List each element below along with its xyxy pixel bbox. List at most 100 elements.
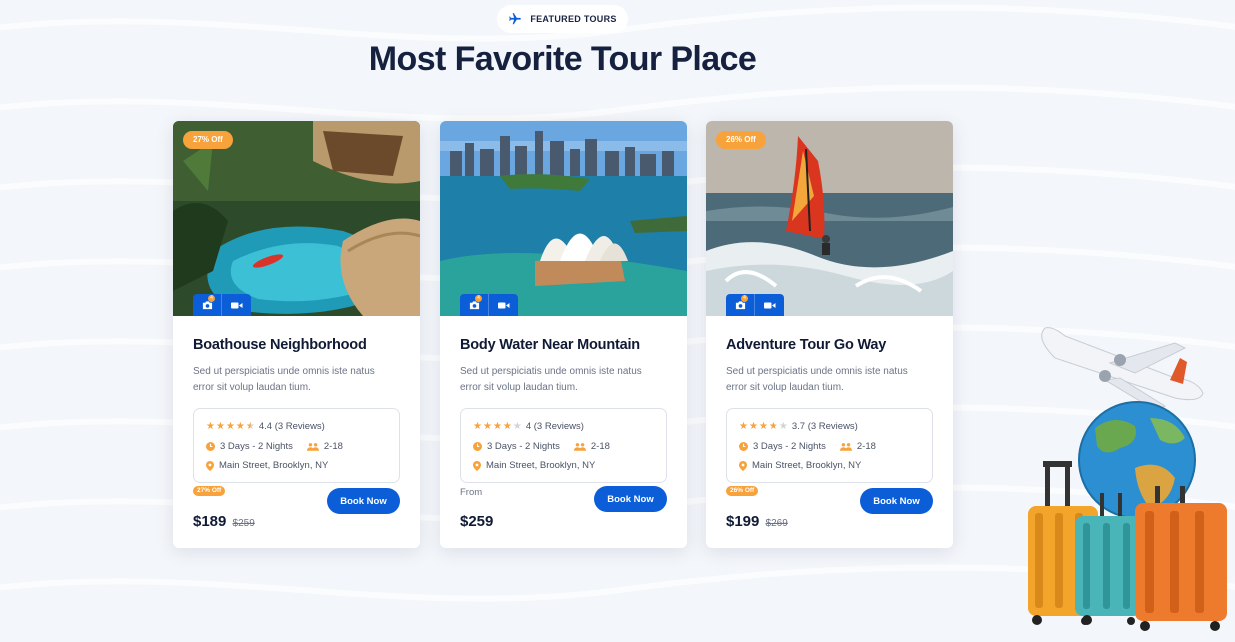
star-icon: ★ bbox=[739, 420, 748, 432]
location-pin-icon bbox=[739, 460, 747, 471]
airplane-illustration bbox=[1041, 327, 1204, 411]
location-pin-icon bbox=[206, 460, 214, 471]
star-icon: ★ bbox=[235, 420, 245, 432]
group-size-text: 2-18 bbox=[323, 440, 343, 452]
card-title[interactable]: Adventure Tour Go Way bbox=[726, 337, 933, 353]
rating-text: 4 (3 Reviews) bbox=[525, 421, 584, 433]
photo-count: 4 bbox=[475, 295, 482, 302]
old-price: $259 bbox=[232, 518, 255, 529]
star-icon: ★ bbox=[215, 420, 225, 432]
tour-image[interactable]: 4 bbox=[440, 121, 687, 316]
card-footer: From $259 Book Now bbox=[460, 486, 667, 530]
card-footer: 26% Off $199 $269 Book Now bbox=[726, 486, 933, 530]
tour-card[interactable]: 27% Off 4 Boathouse Neighborhood Sed ut … bbox=[173, 121, 420, 548]
rating-row: ★ ★ ★ ★ ★ 4.4 (3 Reviews) bbox=[206, 417, 387, 437]
star-rating: ★ ★ ★ ★ ★ bbox=[739, 420, 788, 432]
current-price: $189 bbox=[193, 513, 227, 530]
group-size-text: 2-18 bbox=[856, 440, 876, 452]
current-price: $259 bbox=[460, 513, 494, 530]
price-discount-badge: 26% Off bbox=[726, 486, 759, 496]
star-icon: ★ bbox=[758, 420, 768, 432]
tour-info-box: ★ ★ ★ ★ ★ 4 (3 Reviews) 3 Days - 2 Nights 2-… bbox=[460, 408, 667, 483]
photo-count: 4 bbox=[208, 295, 215, 302]
tour-image[interactable]: 27% Off 4 bbox=[173, 121, 420, 316]
star-icon: ★ bbox=[492, 420, 502, 432]
duration-text: 3 Days - 2 Nights bbox=[753, 440, 826, 452]
globe-illustration bbox=[1078, 401, 1196, 519]
badge-label: FEATURED TOURS bbox=[530, 14, 617, 24]
star-empty-icon: ★ bbox=[778, 420, 788, 432]
media-buttons: 4 bbox=[460, 294, 518, 316]
location-row: Main Street, Brooklyn, NY bbox=[206, 456, 387, 476]
group-icon bbox=[573, 442, 586, 451]
book-now-button[interactable]: Book Now bbox=[860, 488, 933, 514]
location-row: Main Street, Brooklyn, NY bbox=[739, 456, 920, 476]
video-button[interactable] bbox=[222, 294, 251, 316]
location-text: Main Street, Brooklyn, NY bbox=[752, 460, 862, 472]
photos-button[interactable]: 4 bbox=[193, 294, 222, 316]
duration-text: 3 Days - 2 Nights bbox=[487, 440, 560, 452]
group-icon bbox=[839, 442, 852, 451]
price-discount-badge: 27% Off bbox=[193, 486, 226, 496]
star-icon: ★ bbox=[482, 420, 492, 432]
video-button[interactable] bbox=[755, 294, 784, 316]
card-description: Sed ut perspiciatis unde omnis iste natu… bbox=[460, 366, 642, 393]
location-pin-icon bbox=[473, 460, 481, 471]
star-rating: ★ ★ ★ ★ ★ bbox=[206, 420, 255, 432]
tour-card[interactable]: 4 Body Water Near Mountain Sed ut perspi… bbox=[440, 121, 687, 548]
tour-info-box: ★ ★ ★ ★ ★ 3.7 (3 Reviews) 3 Days - 2 Nights … bbox=[726, 408, 933, 483]
card-title[interactable]: Body Water Near Mountain bbox=[460, 337, 667, 353]
travel-illustration bbox=[1028, 327, 1227, 631]
star-icon: ★ bbox=[502, 420, 512, 432]
clock-icon bbox=[206, 441, 215, 451]
star-rating: ★ ★ ★ ★ ★ bbox=[473, 420, 522, 432]
star-empty-icon: ★ bbox=[512, 420, 522, 432]
location-row: Main Street, Brooklyn, NY bbox=[473, 456, 654, 476]
airplane-icon bbox=[509, 13, 522, 25]
price: $199 $269 bbox=[726, 513, 788, 530]
media-buttons: 4 bbox=[193, 294, 251, 316]
group-size-text: 2-18 bbox=[590, 440, 610, 452]
card-description: Sed ut perspiciatis unde omnis iste natu… bbox=[726, 366, 908, 393]
location-text: Main Street, Brooklyn, NY bbox=[219, 460, 329, 472]
page-title: Most Favorite Tour Place bbox=[368, 40, 757, 78]
star-half-icon: ★ bbox=[768, 420, 778, 432]
from-label: From bbox=[460, 487, 483, 498]
duration-row: 3 Days - 2 Nights 2-18 bbox=[739, 437, 920, 457]
clock-icon bbox=[473, 441, 482, 451]
rating-row: ★ ★ ★ ★ ★ 4 (3 Reviews) bbox=[473, 417, 654, 437]
video-button[interactable] bbox=[489, 294, 518, 316]
old-price: $269 bbox=[765, 518, 788, 529]
discount-badge: 27% Off bbox=[183, 131, 233, 149]
duration-row: 3 Days - 2 Nights 2-18 bbox=[473, 437, 654, 457]
card-title[interactable]: Boathouse Neighborhood bbox=[193, 337, 400, 353]
photos-button[interactable]: 4 bbox=[460, 294, 489, 316]
duration-text: 3 Days - 2 Nights bbox=[220, 440, 293, 452]
featured-tours-badge: FEATURED TOURS bbox=[497, 5, 628, 33]
tour-card[interactable]: 26% Off 4 Adventure Tour Go Way Sed ut p… bbox=[706, 121, 953, 548]
rating-row: ★ ★ ★ ★ ★ 3.7 (3 Reviews) bbox=[739, 417, 920, 437]
price: $189 $259 bbox=[193, 513, 255, 530]
card-footer: 27% Off $189 $259 Book Now bbox=[193, 486, 400, 530]
star-icon: ★ bbox=[473, 420, 482, 432]
discount-badge: 26% Off bbox=[716, 131, 766, 149]
tour-image[interactable]: 26% Off 4 bbox=[706, 121, 953, 316]
current-price: $199 bbox=[726, 513, 760, 530]
location-text: Main Street, Brooklyn, NY bbox=[486, 460, 596, 472]
photo-count: 4 bbox=[741, 295, 748, 302]
star-half-icon: ★ bbox=[245, 420, 255, 432]
star-icon: ★ bbox=[225, 420, 235, 432]
book-now-button[interactable]: Book Now bbox=[327, 488, 400, 514]
star-icon: ★ bbox=[748, 420, 758, 432]
star-icon: ★ bbox=[206, 420, 215, 432]
group-icon bbox=[306, 442, 319, 451]
clock-icon bbox=[739, 441, 748, 451]
book-now-button[interactable]: Book Now bbox=[594, 486, 667, 512]
price: $259 bbox=[460, 513, 493, 530]
rating-text: 3.7 (3 Reviews) bbox=[791, 421, 858, 433]
video-icon bbox=[497, 302, 509, 308]
video-icon bbox=[230, 302, 242, 308]
tour-info-box: ★ ★ ★ ★ ★ 4.4 (3 Reviews) 3 Days - 2 Nights … bbox=[193, 408, 400, 483]
photos-button[interactable]: 4 bbox=[726, 294, 755, 316]
duration-row: 3 Days - 2 Nights 2-18 bbox=[206, 437, 387, 457]
